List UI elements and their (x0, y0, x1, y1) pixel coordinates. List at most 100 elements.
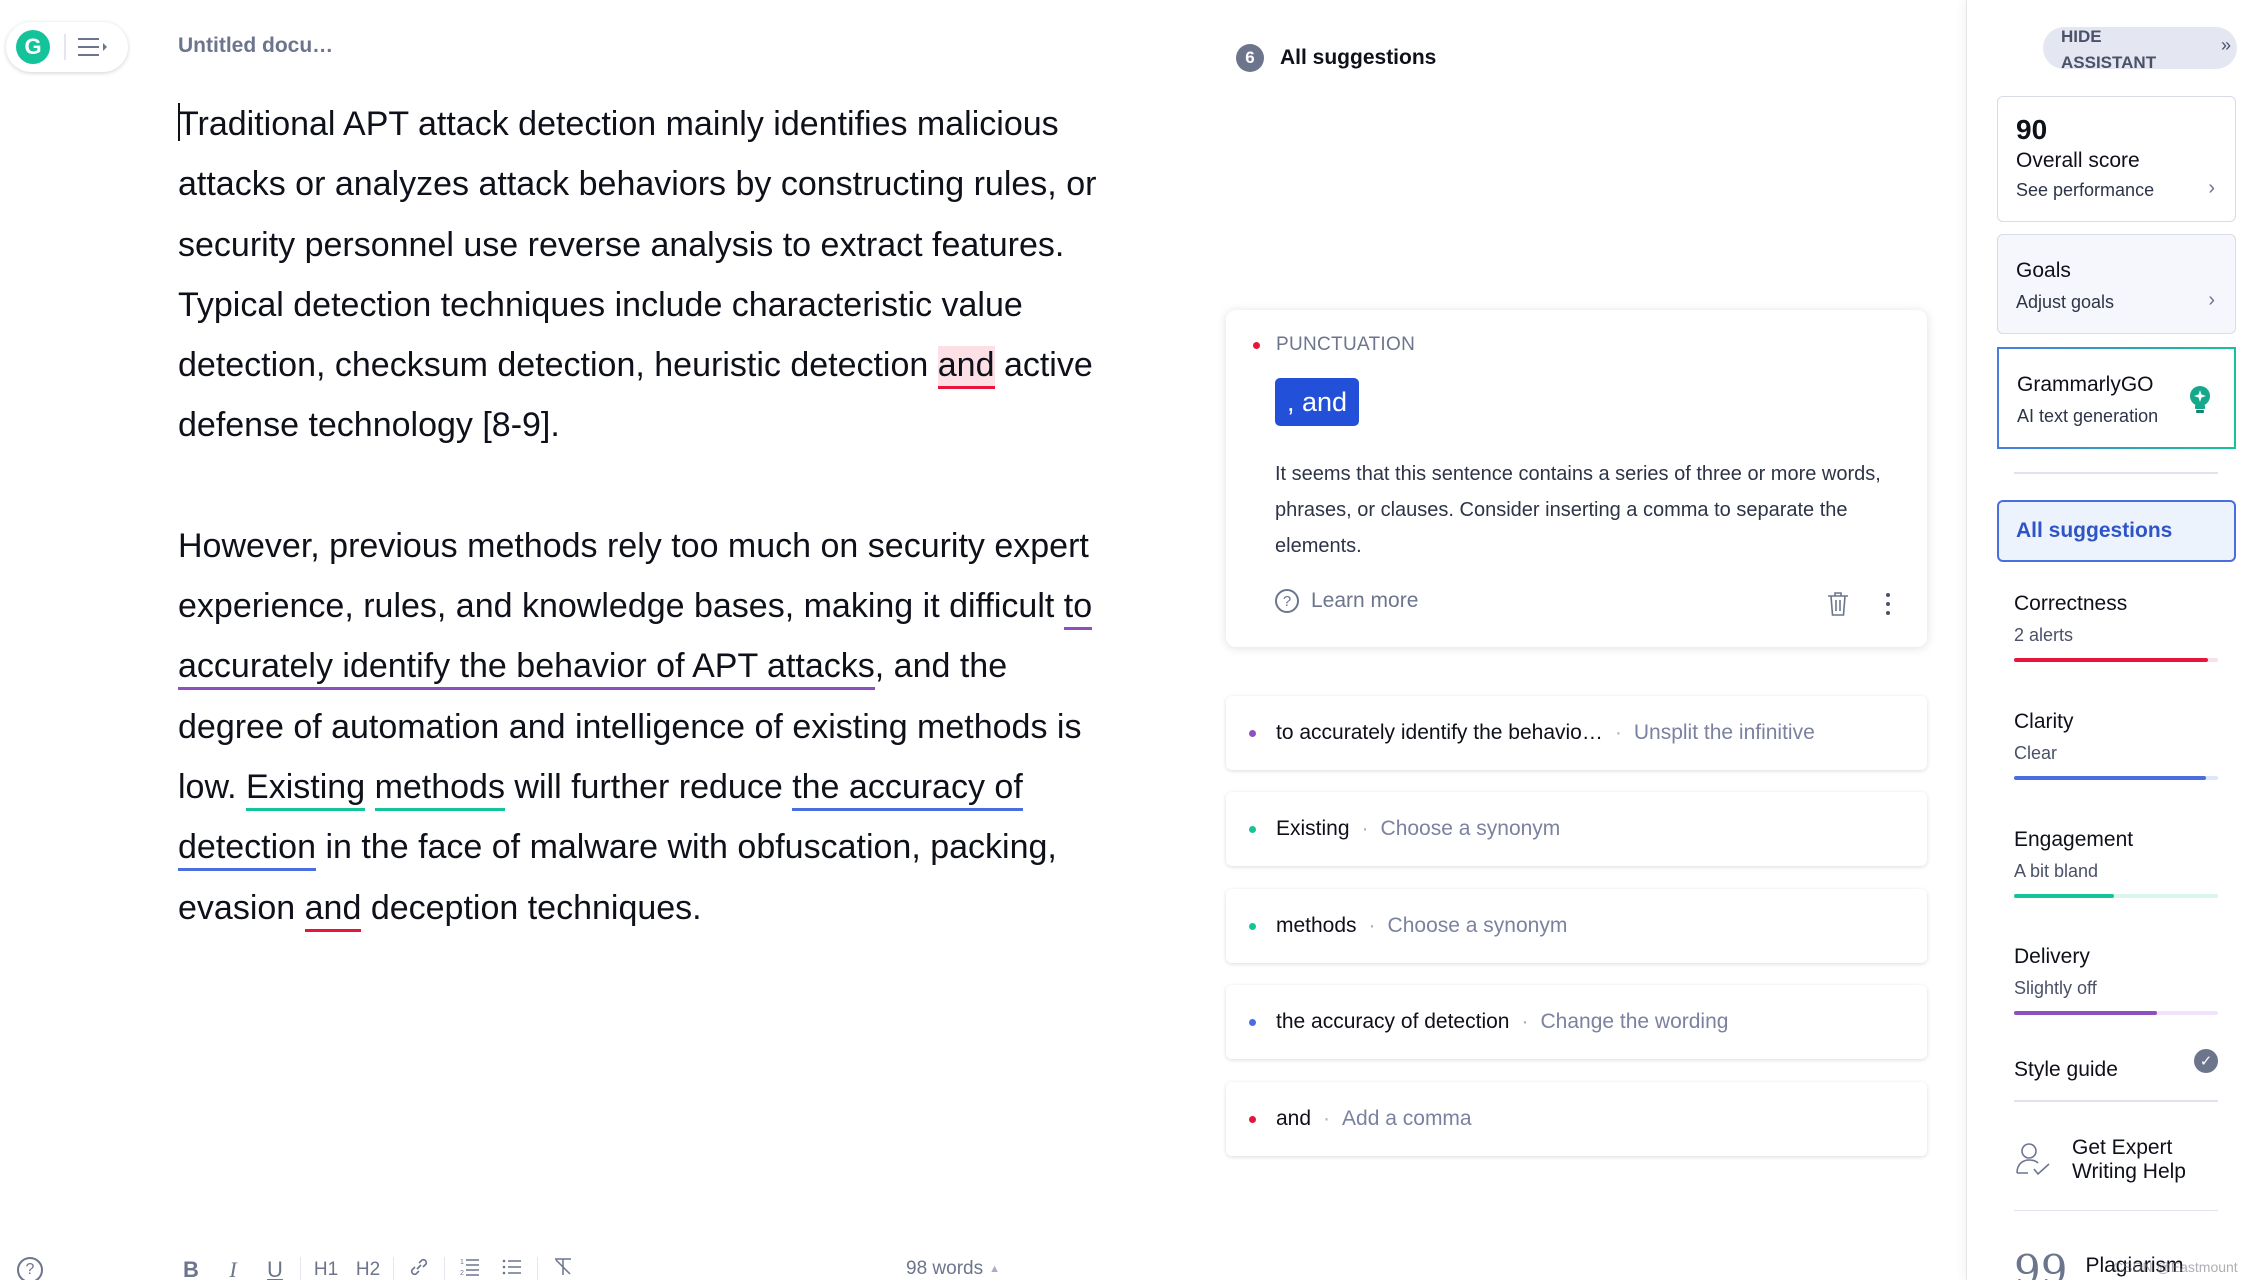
metric-label: Clarity (2014, 710, 2074, 733)
style-guide-item[interactable]: Style guide ✓ (2014, 1049, 2218, 1082)
quote-icon: 99 (2014, 1246, 2068, 1280)
help-icon[interactable]: ? (17, 1257, 43, 1280)
suggestions-header: 6 All suggestions (1236, 44, 1436, 72)
more-options-button[interactable] (1886, 593, 1890, 615)
double-chevron-right-icon: » (2220, 35, 2231, 55)
overall-score-label: Overall score (2016, 149, 2140, 172)
see-performance-link[interactable]: See performance (2016, 180, 2154, 201)
metric-correctness[interactable]: Correctness 2 alerts (2014, 592, 2218, 662)
metric-status: 2 alerts (2014, 625, 2074, 645)
metric-engagement[interactable]: Engagement A bit bland (2014, 828, 2218, 898)
separator: · (1323, 1107, 1331, 1130)
metric-status: Clear (2014, 743, 2058, 763)
suggestion-category: PUNCTUATION (1253, 334, 1415, 356)
metric-clarity[interactable]: Clarity Clear (2014, 710, 2218, 780)
suggestion-list-item[interactable]: to accurately identify the behavio… · Unsp… (1226, 696, 1927, 770)
suggestion-action: Change the wording (1540, 1010, 1729, 1033)
suggestion-list-item[interactable]: Existing · Choose a synonym (1226, 792, 1927, 866)
lightbulb-sparkle-icon (2190, 386, 2210, 413)
category-dot-icon (1249, 1115, 1256, 1123)
panel-divider (2014, 1210, 2218, 1211)
word-count: 98 words (906, 1258, 984, 1279)
flagged-text[interactable]: and (937, 346, 995, 390)
category-dot-icon (1249, 1018, 1256, 1026)
document-editor[interactable]: Traditional APT attack detection mainly … (178, 94, 1098, 998)
svg-text:2: 2 (460, 1270, 464, 1277)
text-run: will further reduce (504, 767, 793, 806)
toolbar-divider (537, 1257, 538, 1280)
metric-label: Delivery (2014, 945, 2090, 968)
trash-icon (1828, 592, 1848, 616)
suggestion-list-item[interactable]: methods · Choose a synonym (1226, 889, 1927, 963)
pill-divider (64, 34, 66, 60)
learn-more-link[interactable]: ? Learn more (1275, 589, 1418, 613)
suggestion-list-item[interactable]: and · Add a comma (1226, 1082, 1927, 1156)
all-suggestions-tab[interactable]: All suggestions (1997, 500, 2236, 562)
paragraph[interactable]: Traditional APT attack detection mainly … (178, 94, 1098, 456)
chevron-right-icon: › (2208, 289, 2215, 311)
hamburger-icon (78, 38, 99, 56)
toolbar-divider (393, 1257, 394, 1280)
metric-progress-fill (2014, 658, 2208, 662)
more-dot (1886, 602, 1890, 606)
hide-assistant-button[interactable]: HIDE ASSISTANT » (2043, 27, 2237, 69)
grammarlygo-card[interactable]: GrammarlyGO AI text generation (1997, 347, 2236, 449)
metric-status: Slightly off (2014, 978, 2097, 998)
separator: · (1521, 1010, 1529, 1033)
metric-progress-fill (2014, 1011, 2157, 1015)
metric-delivery[interactable]: Delivery Slightly off (2014, 945, 2218, 1015)
checkmark-icon: ✓ (2194, 1049, 2218, 1073)
more-dot (1886, 593, 1890, 597)
text-run (365, 768, 374, 806)
suggestion-text: methods (1276, 914, 1357, 937)
dismiss-button[interactable] (1826, 590, 1850, 623)
assistant-panel: HIDE ASSISTANT » 90 Overall score See pe… (1966, 0, 2252, 1280)
svg-text:1: 1 (460, 1259, 464, 1266)
link-button[interactable] (398, 1256, 440, 1280)
text-run: However, previous methods rely too much … (178, 526, 1089, 626)
watermark: CSDN @Eastmount (2113, 1259, 2238, 1275)
category-dot-icon (1249, 825, 1256, 833)
flagged-text[interactable]: Existing (246, 767, 366, 811)
link-icon (410, 1258, 428, 1276)
category-dot-icon (1249, 729, 1256, 737)
suggestions-title: All suggestions (1280, 46, 1437, 69)
style-guide-label: Style guide (2014, 1058, 2118, 1081)
chevron-right-icon: › (2208, 177, 2215, 199)
ordered-list-icon: 12 (460, 1259, 479, 1277)
word-count-button[interactable]: 98 words ▲ (906, 1258, 1000, 1280)
hamburger-menu-button[interactable] (78, 38, 107, 56)
unordered-list-button[interactable] (491, 1256, 533, 1280)
active-suggestion-card[interactable]: PUNCTUATION , and It seems that this sen… (1226, 310, 1927, 647)
adjust-goals-link[interactable]: Adjust goals (2016, 292, 2114, 313)
all-suggestions-label: All suggestions (2016, 519, 2173, 542)
bold-button[interactable]: B (170, 1257, 212, 1280)
paragraph[interactable]: However, previous methods rely too much … (178, 516, 1098, 938)
caret-up-icon: ▲ (989, 1263, 1000, 1275)
goals-card[interactable]: Goals Adjust goals › (1997, 234, 2236, 334)
ordered-list-button[interactable]: 12 (449, 1256, 491, 1280)
clear-format-button[interactable] (542, 1256, 584, 1280)
heading1-button[interactable]: H1 (305, 1259, 347, 1280)
separator: · (1361, 817, 1369, 840)
suggestion-action: Add a comma (1342, 1107, 1472, 1130)
grammarly-logo-icon[interactable]: G (16, 30, 50, 64)
flagged-text[interactable]: and (304, 888, 362, 932)
italic-button[interactable]: I (212, 1257, 254, 1280)
suggestion-description: It seems that this sentence contains a s… (1275, 463, 1881, 557)
grammarlygo-subtitle: AI text generation (2017, 406, 2159, 426)
suggestion-list-item[interactable]: the accuracy of detection · Change the wor… (1226, 985, 1927, 1059)
underline-button[interactable]: U (254, 1257, 296, 1280)
grammarly-menu-pill[interactable]: G (6, 22, 128, 72)
metric-progress-bar (2014, 1011, 2218, 1015)
overall-score-card[interactable]: 90 Overall score See performance › (1997, 96, 2236, 222)
heading2-button[interactable]: H2 (347, 1259, 389, 1280)
suggestion-action: Unsplit the infinitive (1633, 721, 1815, 744)
expert-writing-help-button[interactable]: Get Expert Writing Help (2014, 1136, 2212, 1184)
flagged-text[interactable]: methods (374, 767, 505, 811)
accept-replacement-button[interactable]: , and (1275, 378, 1360, 426)
suggestion-text: to accurately identify the behavio… (1276, 721, 1603, 744)
goals-label: Goals (2016, 259, 2071, 282)
document-title[interactable]: Untitled docu… (178, 34, 333, 58)
learn-more-label: Learn more (1311, 589, 1419, 612)
